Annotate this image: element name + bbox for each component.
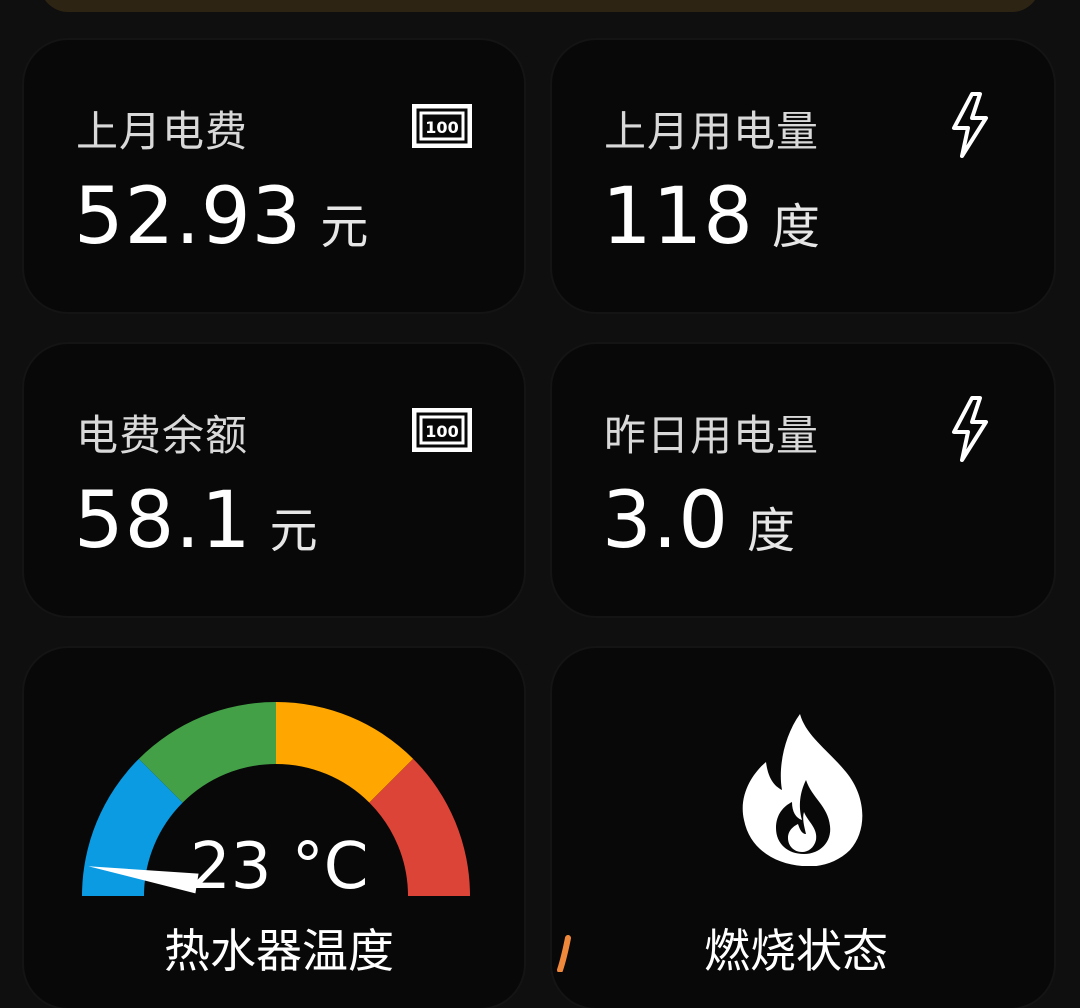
money-icon: 100 xyxy=(411,407,473,468)
lightning-icon xyxy=(950,92,1010,158)
value-number: 58.1 xyxy=(74,476,252,566)
card-balance[interactable]: 电费余额 100 58.1 元 xyxy=(24,344,524,616)
value-unit: 度 xyxy=(747,503,796,559)
card-last-month-usage[interactable]: 上月用电量 118 度 xyxy=(552,40,1054,312)
gauge-value: 23 °C xyxy=(190,830,369,904)
value-number: 118 xyxy=(602,172,754,262)
card-value: 3.0 度 xyxy=(602,476,795,566)
card-value: 58.1 元 xyxy=(74,476,318,566)
value-number: 3.0 xyxy=(602,476,730,566)
value-unit: 元 xyxy=(269,503,318,559)
gauge-label: 热水器温度 xyxy=(164,924,394,978)
value-number: 52.93 xyxy=(74,172,303,262)
card-value: 52.93 元 xyxy=(74,172,368,262)
card-value: 118 度 xyxy=(602,172,820,262)
value-unit: 元 xyxy=(320,199,369,255)
top-banner xyxy=(40,0,1040,12)
money-icon: 100 xyxy=(411,103,473,164)
burn-status-label: 燃烧状态 xyxy=(704,924,888,978)
money-icon-text: 100 xyxy=(425,422,458,441)
scroll-indicator xyxy=(556,932,576,973)
card-title: 昨日用电量 xyxy=(604,411,820,460)
lightning-icon xyxy=(950,396,1010,462)
flame-icon xyxy=(742,714,866,867)
value-unit: 度 xyxy=(771,199,820,255)
card-last-month-fee[interactable]: 上月电费 100 52.93 元 xyxy=(24,40,524,312)
card-yesterday-usage[interactable]: 昨日用电量 3.0 度 xyxy=(552,344,1054,616)
card-title: 上月用电量 xyxy=(604,107,820,156)
money-icon-text: 100 xyxy=(425,118,458,137)
card-title: 上月电费 xyxy=(76,107,249,156)
card-title: 电费余额 xyxy=(76,411,249,460)
